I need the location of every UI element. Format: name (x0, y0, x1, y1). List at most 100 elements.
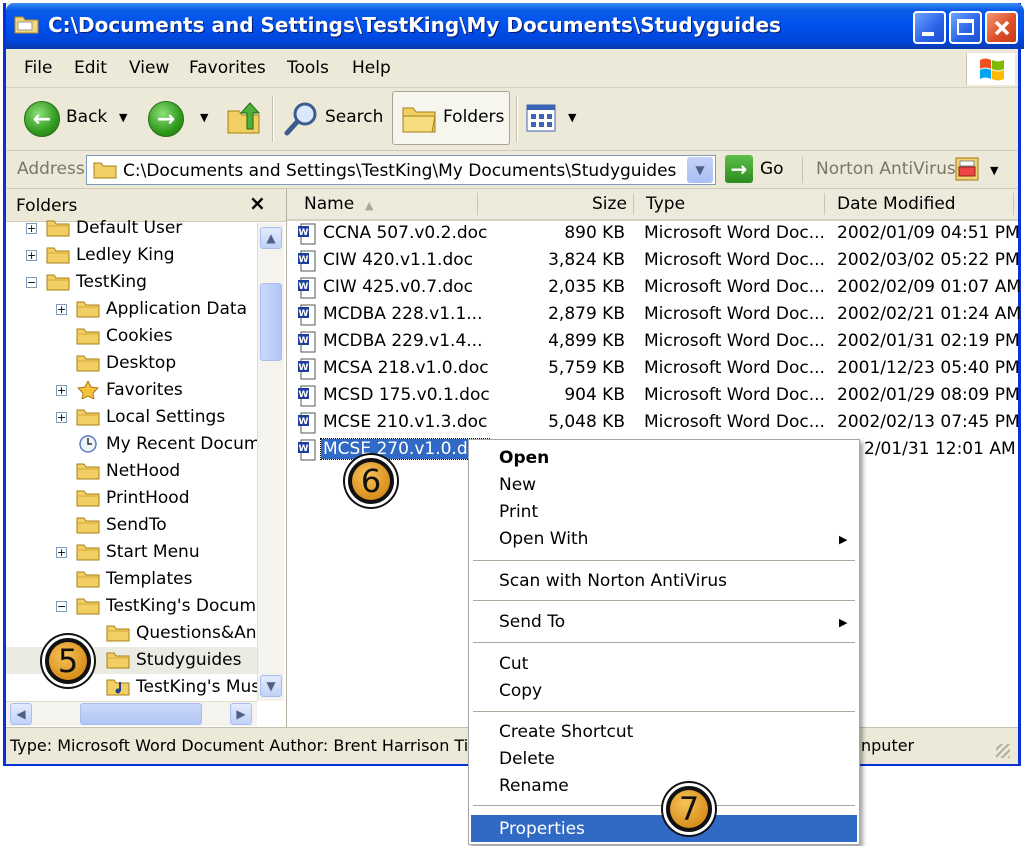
file-row[interactable]: W MCSD 175.v0.1.doc 904 KB Microsoft Word D… (287, 383, 1020, 410)
expand-icon[interactable]: + (56, 385, 67, 396)
menu-file[interactable]: File (24, 58, 52, 78)
column-date-modified[interactable]: Date Modified (837, 194, 956, 214)
scroll-down-icon[interactable]: ▼ (260, 675, 282, 697)
scroll-up-icon[interactable]: ▲ (260, 227, 282, 249)
submenu-arrow-icon: ▶ (839, 616, 848, 629)
folders-icon (402, 107, 436, 133)
tree-item[interactable]: Desktop (6, 350, 257, 377)
word-document-icon: W (298, 304, 316, 326)
tree-item[interactable]: PrintHood (6, 485, 257, 512)
address-input[interactable]: C:\Documents and Settings\TestKing\My Do… (86, 155, 716, 185)
search-icon[interactable] (283, 100, 321, 138)
expand-icon[interactable]: + (56, 412, 67, 423)
tree-item[interactable]: SendTo (6, 512, 257, 539)
folders-button[interactable]: Folders (392, 91, 510, 145)
close-pane-icon[interactable]: × (249, 191, 266, 215)
collapse-icon[interactable]: − (56, 601, 67, 612)
norton-icon[interactable] (954, 156, 980, 182)
tree-horizontal-scrollbar[interactable]: ◀ ▶ (6, 701, 257, 726)
file-row[interactable]: W CIW 420.v1.1.doc 3,824 KB Microsoft Word … (287, 248, 1020, 275)
tree-vertical-scrollbar[interactable]: ▲ ▼ (257, 223, 284, 701)
file-row[interactable]: W MCSA 218.v1.0.doc 5,759 KB Microsoft Word… (287, 356, 1020, 383)
tree-item[interactable]: + Local Settings (6, 404, 257, 431)
menu-item-copy[interactable]: Copy (499, 681, 542, 701)
file-date: 2002/02/13 07:45 PM (837, 412, 1020, 432)
folder-icon (76, 598, 100, 615)
menu-item-new[interactable]: New (499, 475, 536, 495)
back-dropdown-icon[interactable]: ▼ (119, 111, 127, 124)
expand-icon[interactable]: + (26, 250, 37, 261)
scroll-right-icon[interactable]: ▶ (230, 703, 252, 725)
menu-item-send-to[interactable]: Send To (499, 612, 565, 632)
column-separator[interactable] (1013, 193, 1014, 215)
tree-item[interactable]: + Application Data (6, 296, 257, 323)
menu-view[interactable]: View (129, 58, 169, 78)
recent-documents-icon (79, 435, 97, 453)
scroll-left-icon[interactable]: ◀ (10, 703, 32, 725)
callout-number: 6 (352, 462, 390, 500)
tree-item[interactable]: + Ledley King (6, 242, 257, 269)
collapse-icon[interactable]: − (26, 277, 37, 288)
menu-item-cut[interactable]: Cut (499, 654, 528, 674)
file-row[interactable]: W MCDBA 229.v1.4... 4,899 KB Microsoft Word… (287, 329, 1020, 356)
column-size[interactable]: Size (592, 194, 627, 214)
folder-icon (106, 625, 130, 642)
menu-tools[interactable]: Tools (287, 58, 329, 78)
resize-grip-icon[interactable] (996, 744, 1010, 758)
search-label[interactable]: Search (325, 107, 383, 127)
expand-icon[interactable]: + (26, 223, 37, 234)
tree-item[interactable]: Questions&Ans (6, 620, 257, 647)
hscroll-thumb[interactable] (80, 703, 202, 725)
svg-text:W: W (299, 390, 309, 400)
tree-item[interactable]: TestKing's Musi (6, 674, 257, 701)
menu-item-rename[interactable]: Rename (499, 776, 569, 796)
title-bar[interactable]: C:\Documents and Settings\TestKing\My Do… (6, 3, 1024, 49)
forward-arrow-icon[interactable]: → (148, 101, 184, 137)
menu-item-delete[interactable]: Delete (499, 749, 555, 769)
column-separator[interactable] (477, 193, 478, 215)
column-name[interactable]: Name (304, 194, 354, 214)
tree-item[interactable]: + Favorites (6, 377, 257, 404)
back-arrow-icon[interactable]: ← (24, 101, 60, 137)
tree-item[interactable]: − TestKing (6, 269, 257, 296)
tree-item[interactable]: − TestKing's Documer (6, 593, 257, 620)
menu-item-create-shortcut[interactable]: Create Shortcut (499, 722, 633, 742)
tree-item[interactable]: NetHood (6, 458, 257, 485)
menu-item-scan-norton[interactable]: Scan with Norton AntiVirus (499, 571, 727, 591)
close-button[interactable] (985, 11, 1018, 44)
column-separator[interactable] (824, 193, 825, 215)
menu-item-open-with[interactable]: Open With (499, 529, 588, 549)
tree-item[interactable]: Templates (6, 566, 257, 593)
column-type[interactable]: Type (646, 194, 685, 214)
expand-icon[interactable]: + (56, 304, 67, 315)
views-button[interactable]: ▼ (526, 102, 576, 134)
go-label[interactable]: Go (760, 159, 784, 179)
menu-item-properties[interactable]: Properties (471, 815, 857, 842)
file-row[interactable]: W MCSE 210.v1.3.doc 5,048 KB Microsoft Word… (287, 410, 1020, 437)
expand-icon[interactable]: + (56, 547, 67, 558)
go-arrow-icon[interactable]: → (725, 155, 753, 183)
menu-edit[interactable]: Edit (74, 58, 107, 78)
column-separator[interactable] (633, 193, 634, 215)
file-row[interactable]: W MCDBA 228.v1.1... 2,879 KB Microsoft Word… (287, 302, 1021, 329)
back-label[interactable]: Back (66, 107, 107, 127)
menu-favorites[interactable]: Favorites (189, 58, 266, 78)
tree-item[interactable]: My Recent Docume (6, 431, 257, 458)
file-row[interactable]: W CCNA 507.v0.2.doc 890 KB Microsoft Word D… (287, 221, 1020, 248)
tree-item[interactable]: Cookies (6, 323, 257, 350)
folder-tree: + Default User + Ledley King − TestKing + Appli… (6, 219, 257, 701)
scroll-thumb[interactable] (260, 283, 282, 361)
folder-icon (14, 16, 39, 34)
menu-item-open[interactable]: Open (499, 448, 549, 468)
address-dropdown-icon[interactable]: ▼ (687, 157, 713, 183)
maximize-button[interactable] (949, 11, 982, 44)
menu-help[interactable]: Help (352, 58, 391, 78)
tree-item[interactable]: + Start Menu (6, 539, 257, 566)
file-row[interactable]: W CIW 425.v0.7.doc 2,035 KB Microsoft Word … (287, 275, 1021, 302)
minimize-button[interactable] (913, 11, 946, 44)
up-folder-icon[interactable] (225, 99, 263, 137)
norton-dropdown-icon[interactable]: ▼ (990, 164, 998, 177)
forward-dropdown-icon[interactable]: ▼ (200, 111, 208, 124)
menu-item-print[interactable]: Print (499, 502, 538, 522)
tree-item[interactable]: + Default User (6, 219, 257, 242)
